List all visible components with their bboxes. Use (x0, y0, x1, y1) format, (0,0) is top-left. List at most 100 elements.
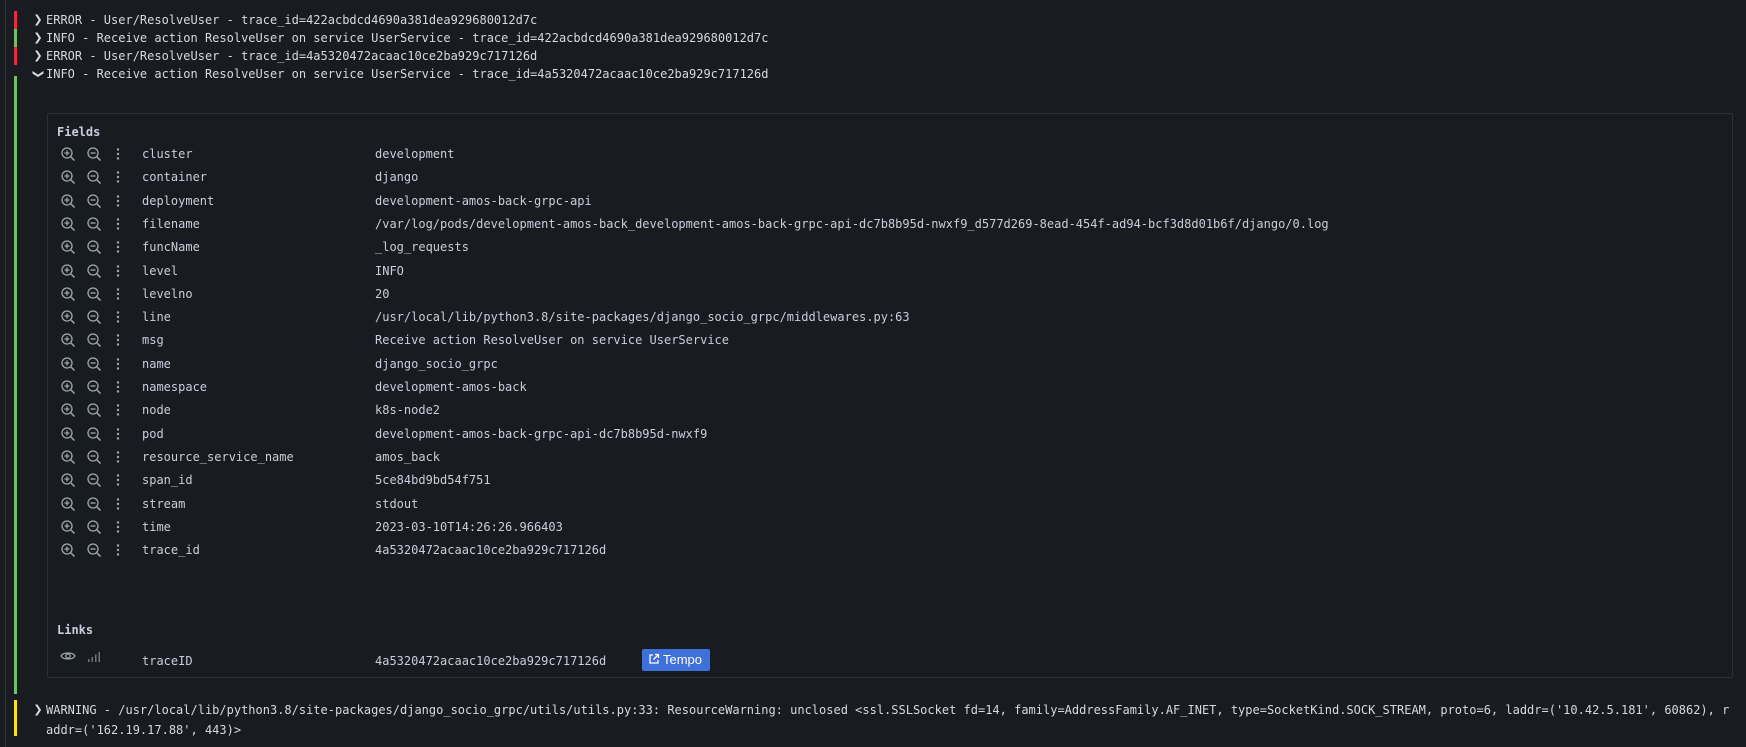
field-key: level (142, 263, 179, 278)
field-row: node k8s-node2 (48, 397, 1728, 423)
zoom-out-icon[interactable] (86, 239, 102, 255)
zoom-in-icon[interactable] (60, 426, 76, 442)
zoom-out-icon[interactable] (86, 519, 102, 535)
zoom-out-icon[interactable] (86, 496, 102, 512)
more-options-icon[interactable] (110, 379, 126, 395)
more-options-icon[interactable] (110, 449, 126, 465)
more-options-icon[interactable] (110, 402, 126, 418)
more-options-icon[interactable] (110, 332, 126, 348)
more-options-icon[interactable] (110, 286, 126, 302)
zoom-out-icon[interactable] (86, 193, 102, 209)
zoom-in-icon[interactable] (60, 332, 76, 348)
zoom-out-icon[interactable] (86, 449, 102, 465)
chevron-right-icon[interactable]: ❯ (32, 700, 44, 720)
eye-icon[interactable] (60, 648, 76, 664)
zoom-in-icon[interactable] (60, 286, 76, 302)
field-row: msg Receive action ResolveUser on service… (48, 327, 1728, 353)
zoom-out-icon[interactable] (86, 379, 102, 395)
chevron-right-icon[interactable]: ❯ (32, 46, 44, 66)
zoom-out-icon[interactable] (86, 216, 102, 232)
more-options-icon[interactable] (110, 309, 126, 325)
zoom-out-icon[interactable] (86, 309, 102, 325)
chevron-down-icon[interactable]: ❯ (28, 68, 48, 80)
field-value: Receive action ResolveUser on service Us… (375, 333, 730, 348)
field-value: development-amos-back-grpc-api-dc7b8b95d… (375, 426, 708, 441)
zoom-in-icon[interactable] (60, 519, 76, 535)
more-options-icon[interactable] (110, 216, 126, 232)
external-link-icon (648, 650, 660, 672)
zoom-out-icon[interactable] (86, 332, 102, 348)
log-message: INFO - Receive action ResolveUser on ser… (46, 67, 769, 81)
field-key: time (142, 519, 171, 534)
more-options-icon[interactable] (110, 193, 126, 209)
more-options-icon[interactable] (110, 263, 126, 279)
links-title: Links (57, 623, 94, 637)
zoom-in-icon[interactable] (60, 169, 76, 185)
field-row: pod development-amos-back-grpc-api-dc7b8b… (48, 421, 1728, 447)
gutter-line (5, 0, 6, 747)
tempo-link-button[interactable]: Tempo (642, 649, 711, 672)
more-options-icon[interactable] (110, 472, 126, 488)
zoom-in-icon[interactable] (60, 542, 76, 558)
fields-title: Fields (57, 125, 101, 139)
field-value: /usr/local/lib/python3.8/site-packages/d… (375, 310, 910, 325)
more-options-icon[interactable] (110, 542, 126, 558)
more-options-icon[interactable] (110, 169, 126, 185)
log-message: WARNING - /usr/local/lib/python3.8/site-… (46, 703, 1730, 737)
field-key: cluster (142, 147, 193, 161)
zoom-in-icon[interactable] (60, 263, 76, 279)
tempo-label: Tempo (663, 652, 703, 667)
zoom-in-icon[interactable] (60, 146, 76, 162)
more-options-icon[interactable] (110, 356, 126, 372)
field-row: levelno 20 (48, 281, 1728, 307)
zoom-out-icon[interactable] (86, 472, 102, 488)
zoom-out-icon[interactable] (86, 402, 102, 418)
more-options-icon[interactable] (110, 519, 126, 535)
zoom-out-icon[interactable] (86, 426, 102, 442)
field-row: deployment development-amos-back-grpc-api (48, 188, 1728, 214)
zoom-in-icon[interactable] (60, 379, 76, 395)
more-options-icon[interactable] (110, 426, 126, 442)
more-options-icon[interactable] (110, 146, 126, 162)
more-options-icon[interactable] (110, 239, 126, 255)
field-value: 5ce84bd9bd54f751 (375, 473, 491, 488)
field-row: namespace development-amos-back (48, 374, 1728, 400)
field-key: msg (142, 333, 164, 348)
field-value: development-amos-back (375, 380, 527, 394)
field-value: development (375, 147, 455, 161)
zoom-out-icon[interactable] (86, 356, 102, 372)
zoom-in-icon[interactable] (60, 449, 76, 465)
log-message: ERROR - User/ResolveUser - trace_id=422a… (46, 13, 538, 27)
zoom-out-icon[interactable] (86, 263, 102, 279)
zoom-in-icon[interactable] (60, 472, 76, 488)
field-key: deployment (142, 193, 215, 208)
level-bar-error (14, 11, 17, 29)
link-row: traceID 4a5320472acaac10ce2ba929c717126d… (48, 643, 1728, 672)
field-row: filename/var/log/pods/development-amos-b… (48, 211, 1728, 237)
signal-bars-icon[interactable] (86, 648, 102, 664)
more-options-icon[interactable] (110, 496, 126, 512)
zoom-in-icon[interactable] (60, 496, 76, 512)
zoom-in-icon[interactable] (60, 216, 76, 232)
field-value: development-amos-back-grpc-api (375, 193, 592, 208)
field-key: filename (142, 216, 200, 231)
zoom-in-icon[interactable] (60, 402, 76, 418)
zoom-out-icon[interactable] (86, 542, 102, 558)
zoom-in-icon[interactable] (60, 239, 76, 255)
zoom-out-icon[interactable] (86, 146, 102, 162)
chevron-right-icon[interactable]: ❯ (32, 10, 44, 30)
zoom-in-icon[interactable] (60, 309, 76, 325)
field-value: stdout (375, 496, 419, 511)
field-key: funcName (142, 240, 200, 255)
zoom-in-icon[interactable] (60, 193, 76, 209)
field-row: time 2023-03-10T14:26:26.966403 (48, 514, 1728, 540)
level-bar-info (14, 76, 17, 694)
chevron-right-icon[interactable]: ❯ (32, 28, 44, 48)
field-key: span_id (142, 473, 193, 488)
field-row: stream stdout (48, 491, 1728, 517)
zoom-in-icon[interactable] (60, 356, 76, 372)
zoom-out-icon[interactable] (86, 286, 102, 302)
field-value: _log_requests (375, 240, 469, 255)
field-row: level INFO (48, 258, 1728, 284)
zoom-out-icon[interactable] (86, 169, 102, 185)
